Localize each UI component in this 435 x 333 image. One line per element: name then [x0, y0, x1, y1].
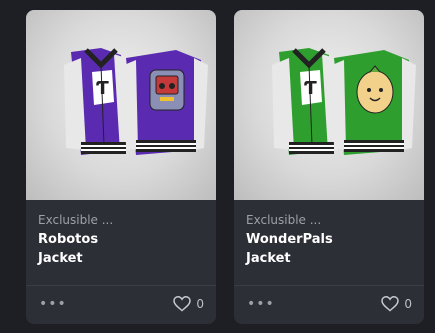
- favorite-button[interactable]: 0: [381, 294, 412, 314]
- item-name-line: WonderPals: [246, 232, 333, 247]
- favorite-button[interactable]: 0: [173, 294, 204, 314]
- item-name[interactable]: Robotos Jacket: [38, 230, 208, 268]
- item-name-line: Jacket: [246, 251, 291, 266]
- more-options-icon[interactable]: •••: [39, 297, 66, 311]
- item-name-line: Jacket: [38, 251, 83, 266]
- item-thumbnail[interactable]: Ƭ: [234, 10, 424, 200]
- jacket-image: Ƭ: [272, 48, 416, 155]
- heart-icon: [381, 296, 400, 312]
- item-name[interactable]: WonderPals Jacket: [246, 230, 416, 268]
- item-creator[interactable]: Exclusible ...: [246, 213, 321, 227]
- favorite-count: 0: [404, 297, 412, 311]
- divider: [234, 285, 424, 286]
- item-creator[interactable]: Exclusible ...: [38, 213, 113, 227]
- jacket-image: Ƭ: [64, 48, 208, 155]
- item-card-robotos-jacket[interactable]: Ƭ Exclusible ...: [26, 10, 216, 324]
- divider: [26, 285, 216, 286]
- item-card-wonderpals-jacket[interactable]: Ƭ Exclusible ...: [234, 10, 424, 324]
- favorite-count: 0: [196, 297, 204, 311]
- more-options-icon[interactable]: •••: [247, 297, 274, 311]
- heart-icon: [173, 296, 192, 312]
- item-name-line: Robotos: [38, 232, 99, 247]
- item-grid: Ƭ Exclusible ...: [0, 0, 435, 333]
- item-thumbnail[interactable]: Ƭ: [26, 10, 216, 200]
